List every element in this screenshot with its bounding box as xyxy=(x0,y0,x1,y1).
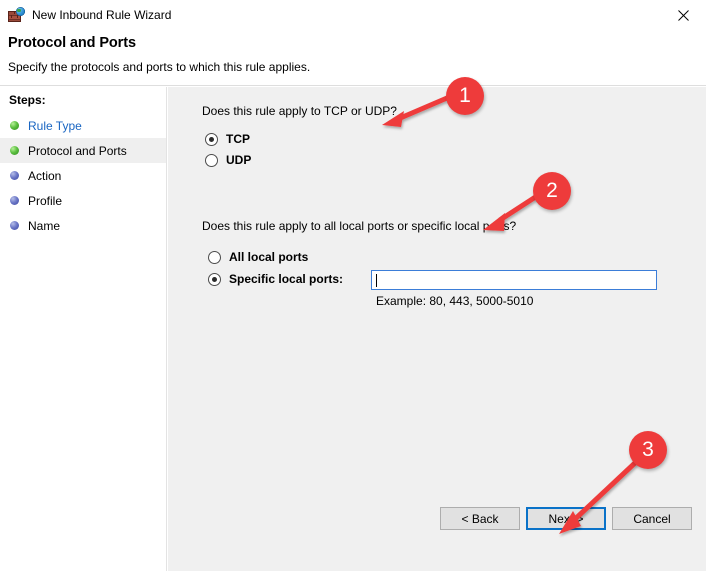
radio-udp-label: UDP xyxy=(226,153,252,167)
window-title: New Inbound Rule Wizard xyxy=(32,8,172,22)
radio-specific-local-ports-label: Specific local ports: xyxy=(229,272,344,286)
sidebar-item-profile[interactable]: Profile xyxy=(0,188,166,213)
sidebar-item-label: Rule Type xyxy=(28,118,82,133)
sidebar-item-action[interactable]: Action xyxy=(0,163,166,188)
radio-specific-local-ports-indicator[interactable] xyxy=(208,272,221,286)
radio-udp[interactable]: UDP xyxy=(205,153,251,167)
specific-ports-input[interactable] xyxy=(371,270,657,290)
question-protocol-label: Does this rule apply to TCP or UDP? xyxy=(202,104,397,118)
radio-all-local-ports[interactable]: All local ports xyxy=(208,250,308,264)
radio-tcp-indicator[interactable] xyxy=(205,132,218,146)
radio-tcp-label: TCP xyxy=(226,132,250,146)
firewall-brick-globe-icon xyxy=(8,7,25,23)
step-bullet-icon xyxy=(10,171,19,180)
ports-example-hint: Example: 80, 443, 5000-5010 xyxy=(376,294,534,308)
back-button[interactable]: < Back xyxy=(440,507,520,530)
question-ports-label: Does this rule apply to all local ports … xyxy=(202,219,517,233)
step-bullet-icon xyxy=(10,221,19,230)
sidebar-item-rule-type[interactable]: Rule Type xyxy=(0,113,166,138)
radio-tcp[interactable]: TCP xyxy=(205,132,250,146)
sidebar-item-label: Protocol and Ports xyxy=(28,143,127,158)
page-header: Protocol and Ports Specify the protocols… xyxy=(0,30,706,86)
page-subtitle: Specify the protocols and ports to which… xyxy=(8,60,311,74)
steps-list: Rule Type Protocol and Ports Action Prof… xyxy=(0,113,166,238)
steps-heading: Steps: xyxy=(9,93,46,107)
radio-specific-local-ports[interactable]: Specific local ports: xyxy=(208,272,343,286)
cancel-button[interactable]: Cancel xyxy=(612,507,692,530)
title-bar: New Inbound Rule Wizard xyxy=(0,0,706,30)
content-panel: Does this rule apply to TCP or UDP? TCP … xyxy=(168,87,706,571)
next-button[interactable]: Next > xyxy=(526,507,606,530)
radio-all-local-ports-label: All local ports xyxy=(229,250,309,264)
radio-all-local-ports-indicator[interactable] xyxy=(208,250,221,264)
sidebar-item-label: Name xyxy=(28,218,61,233)
radio-udp-indicator[interactable] xyxy=(205,153,218,167)
sidebar-item-label: Action xyxy=(28,168,62,183)
text-cursor xyxy=(376,274,377,287)
step-bullet-icon xyxy=(10,121,19,130)
step-bullet-icon xyxy=(10,146,19,155)
sidebar-item-name[interactable]: Name xyxy=(0,213,166,238)
sidebar-item-label: Profile xyxy=(28,193,63,208)
page-title: Protocol and Ports xyxy=(8,35,136,51)
close-icon[interactable] xyxy=(660,0,706,30)
step-bullet-icon xyxy=(10,196,19,205)
sidebar-item-protocol-and-ports[interactable]: Protocol and Ports xyxy=(0,138,166,163)
steps-sidebar: Steps: Rule Type Protocol and Ports Acti… xyxy=(0,87,167,571)
